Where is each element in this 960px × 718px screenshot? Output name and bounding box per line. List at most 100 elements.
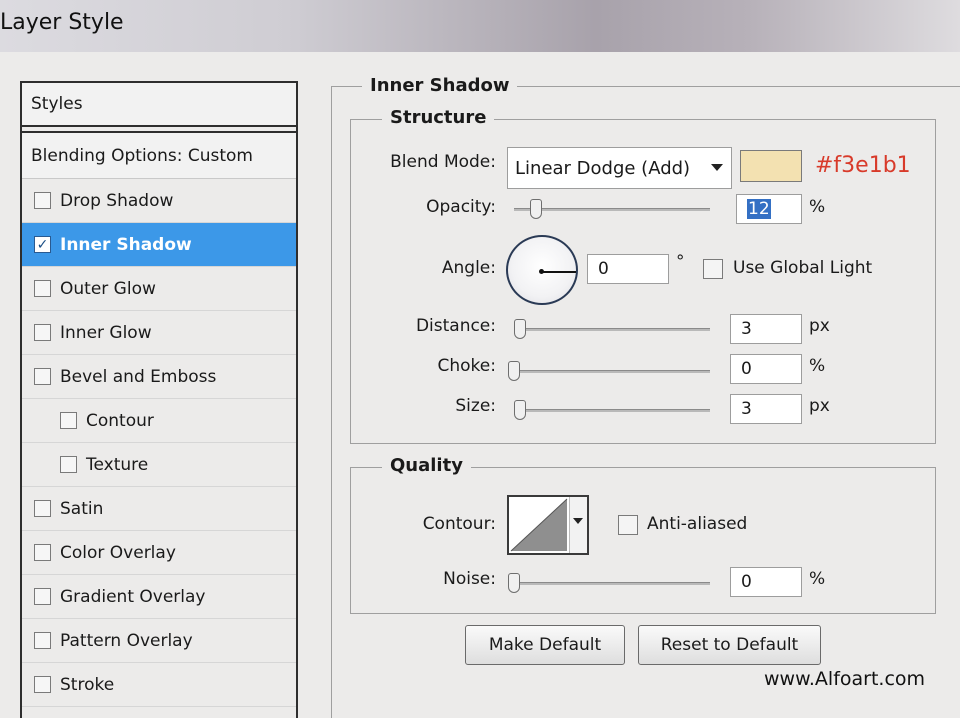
checkbox[interactable]: [34, 324, 51, 341]
sidebar-item-drop-shadow[interactable]: Drop Shadow: [22, 179, 296, 223]
sidebar-item-pattern-overlay[interactable]: Pattern Overlay: [22, 619, 296, 663]
opacity-label: Opacity:: [426, 197, 496, 217]
sidebar-item-label: Stroke: [60, 674, 115, 695]
distance-label: Distance:: [415, 316, 496, 336]
size-slider-track[interactable]: [514, 409, 710, 412]
sidebar-blending-label: Blending Options: Custom: [31, 145, 253, 166]
sidebar-item-label: Pattern Overlay: [60, 630, 193, 651]
checkbox[interactable]: [34, 192, 51, 209]
checkbox-checked[interactable]: ✓: [34, 236, 51, 253]
sidebar-item-label: Bevel and Emboss: [60, 366, 217, 387]
sidebar-item-label: Contour: [86, 410, 154, 431]
sidebar-blending-options[interactable]: Blending Options: Custom: [22, 131, 296, 179]
window-title: Layer Style: [0, 10, 124, 35]
checkbox[interactable]: [34, 676, 51, 693]
checkbox[interactable]: [34, 632, 51, 649]
make-default-button[interactable]: Make Default: [465, 625, 625, 665]
angle-dial-needle: [542, 271, 576, 273]
sidebar-item-label: Inner Glow: [60, 322, 152, 343]
quality-title: Quality: [382, 455, 471, 476]
quality-group-frame: [350, 467, 936, 614]
sidebar-item-label: Outer Glow: [60, 278, 156, 299]
shadow-color-swatch[interactable]: [740, 150, 802, 182]
angle-label: Angle:: [441, 258, 496, 278]
sidebar-item-label: Gradient Overlay: [60, 586, 206, 607]
chevron-down-icon: [573, 518, 583, 524]
contour-label: Contour:: [422, 514, 496, 534]
sidebar-item-texture[interactable]: Texture: [22, 443, 296, 487]
checkbox[interactable]: [60, 456, 77, 473]
contour-picker[interactable]: [507, 495, 589, 555]
size-label: Size:: [455, 396, 496, 416]
anti-aliased-label: Anti-aliased: [647, 514, 748, 534]
angle-dial[interactable]: [506, 235, 578, 305]
choke-slider-handle[interactable]: [508, 361, 520, 381]
opacity-input[interactable]: 12: [736, 194, 802, 224]
choke-input[interactable]: 0: [730, 354, 802, 384]
size-value: 3: [741, 399, 752, 419]
sidebar-item-label: Color Overlay: [60, 542, 176, 563]
sidebar-item-gradient-overlay[interactable]: Gradient Overlay: [22, 575, 296, 619]
title-bar: Layer Style: [0, 0, 960, 52]
checkbox[interactable]: [34, 500, 51, 517]
noise-input[interactable]: 0: [730, 567, 802, 597]
styles-sidebar: Styles Blending Options: Custom Drop Sha…: [20, 81, 298, 718]
checkbox[interactable]: [34, 588, 51, 605]
distance-slider-handle[interactable]: [514, 319, 526, 339]
noise-slider-track[interactable]: [509, 582, 710, 585]
sidebar-item-label: Texture: [86, 454, 149, 475]
anti-aliased-checkbox[interactable]: [618, 515, 638, 535]
choke-label: Choke:: [437, 356, 496, 376]
chevron-down-icon: [711, 164, 723, 171]
noise-label: Noise:: [443, 569, 496, 589]
opacity-slider-track[interactable]: [514, 208, 710, 211]
checkbox[interactable]: [34, 544, 51, 561]
sidebar-item-contour[interactable]: Contour: [22, 399, 296, 443]
sidebar-item-bevel-emboss[interactable]: Bevel and Emboss: [22, 355, 296, 399]
inner-shadow-title: Inner Shadow: [362, 75, 518, 96]
sidebar-styles-label: Styles: [31, 94, 83, 114]
sidebar-item-outer-glow[interactable]: Outer Glow: [22, 267, 296, 311]
checkbox[interactable]: [34, 368, 51, 385]
opacity-slider-handle[interactable]: [530, 199, 542, 219]
sidebar-item-satin[interactable]: Satin: [22, 487, 296, 531]
contour-curve-icon: [510, 498, 568, 552]
use-global-light-checkbox[interactable]: [703, 259, 723, 279]
reset-to-default-button[interactable]: Reset to Default: [638, 625, 821, 665]
sidebar-item-label: Satin: [60, 498, 104, 519]
distance-value: 3: [741, 319, 752, 339]
sidebar-item-inner-shadow[interactable]: ✓ Inner Shadow: [22, 223, 296, 267]
blend-mode-value: Linear Dodge (Add): [515, 157, 691, 179]
degree-unit: °: [676, 252, 685, 272]
distance-slider-track[interactable]: [514, 328, 710, 331]
opacity-unit: %: [809, 197, 826, 217]
distance-input[interactable]: 3: [730, 314, 802, 344]
choke-slider-track[interactable]: [509, 370, 710, 373]
sidebar-item-color-overlay[interactable]: Color Overlay: [22, 531, 296, 575]
checkbox[interactable]: [34, 280, 51, 297]
noise-unit: %: [809, 569, 826, 589]
size-unit: px: [809, 396, 830, 416]
angle-value: 0: [598, 259, 609, 279]
sidebar-item-stroke[interactable]: Stroke: [22, 663, 296, 707]
sidebar-item-label: Inner Shadow: [60, 234, 192, 255]
watermark-text: www.Alfoart.com: [764, 668, 926, 690]
structure-title: Structure: [382, 107, 495, 128]
sidebar-item-inner-glow[interactable]: Inner Glow: [22, 311, 296, 355]
opacity-value: 12: [747, 199, 771, 219]
sidebar-styles-header[interactable]: Styles: [22, 83, 296, 127]
color-hex-annotation: #f3e1b1: [815, 153, 911, 178]
noise-slider-handle[interactable]: [508, 573, 520, 593]
angle-input[interactable]: 0: [587, 254, 669, 284]
contour-dropdown-button[interactable]: [569, 497, 587, 553]
distance-unit: px: [809, 316, 830, 336]
choke-unit: %: [809, 356, 826, 376]
noise-value: 0: [741, 572, 752, 592]
blend-mode-select[interactable]: Linear Dodge (Add): [507, 147, 732, 189]
sidebar-item-label: Drop Shadow: [60, 190, 174, 211]
checkbox[interactable]: [60, 412, 77, 429]
size-input[interactable]: 3: [730, 394, 802, 424]
size-slider-handle[interactable]: [514, 400, 526, 420]
use-global-light-label: Use Global Light: [733, 258, 873, 278]
blend-mode-label: Blend Mode:: [390, 152, 496, 172]
